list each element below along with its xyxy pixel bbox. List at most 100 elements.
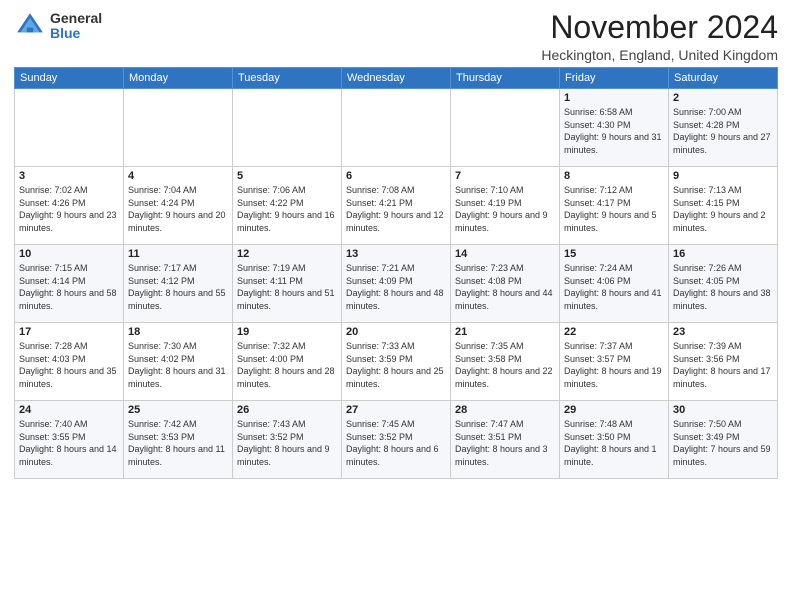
day-number: 11 bbox=[128, 248, 228, 260]
table-row: 9Sunrise: 7:13 AMSunset: 4:15 PMDaylight… bbox=[669, 167, 778, 245]
day-detail: Sunrise: 7:08 AMSunset: 4:21 PMDaylight:… bbox=[346, 184, 446, 234]
logo-text: General Blue bbox=[50, 11, 102, 42]
month-title: November 2024 bbox=[541, 10, 778, 45]
day-detail: Sunrise: 7:35 AMSunset: 3:58 PMDaylight:… bbox=[455, 340, 555, 390]
day-number: 18 bbox=[128, 326, 228, 338]
table-row: 7 Sunrise: 7:10 AMSunset: 4:19 PMDaylight… bbox=[451, 167, 560, 245]
day-detail: Sunrise: 7:43 AMSunset: 3:52 PMDaylight:… bbox=[237, 418, 337, 468]
col-thursday: Thursday bbox=[451, 68, 560, 89]
day-number: 8 bbox=[564, 170, 664, 182]
table-row: 29Sunrise: 7:48 AMSunset: 3:50 PMDayligh… bbox=[560, 401, 669, 479]
table-row: 17 Sunrise: 7:28 AMSunset: 4:03 PMDayligh… bbox=[15, 323, 124, 401]
day-detail: Sunrise: 7:39 AMSunset: 3:56 PMDaylight:… bbox=[673, 340, 773, 390]
day-detail: Sunrise: 7:40 AMSunset: 3:55 PMDaylight:… bbox=[19, 418, 119, 468]
day-number: 28 bbox=[455, 404, 555, 416]
location: Heckington, England, United Kingdom bbox=[541, 47, 778, 63]
day-number: 27 bbox=[346, 404, 446, 416]
day-number: 17 bbox=[19, 326, 119, 338]
col-monday: Monday bbox=[124, 68, 233, 89]
col-saturday: Saturday bbox=[669, 68, 778, 89]
calendar-header-row: Sunday Monday Tuesday Wednesday Thursday… bbox=[15, 68, 778, 89]
day-detail: Sunrise: 7:45 AMSunset: 3:52 PMDaylight:… bbox=[346, 418, 446, 468]
table-row: 6 Sunrise: 7:08 AMSunset: 4:21 PMDaylight… bbox=[342, 167, 451, 245]
table-row: 23Sunrise: 7:39 AMSunset: 3:56 PMDayligh… bbox=[669, 323, 778, 401]
day-number: 5 bbox=[237, 170, 337, 182]
page: General Blue November 2024 Heckington, E… bbox=[0, 0, 792, 612]
day-number: 19 bbox=[237, 326, 337, 338]
day-number: 16 bbox=[673, 248, 773, 260]
day-number: 10 bbox=[19, 248, 119, 260]
logo-general-text: General bbox=[50, 11, 102, 26]
day-number: 21 bbox=[455, 326, 555, 338]
day-detail: Sunrise: 7:02 AMSunset: 4:26 PMDaylight:… bbox=[19, 184, 119, 234]
table-row: 21 Sunrise: 7:35 AMSunset: 3:58 PMDayligh… bbox=[451, 323, 560, 401]
day-number: 6 bbox=[346, 170, 446, 182]
table-row: 22 Sunrise: 7:37 AMSunset: 3:57 PMDayligh… bbox=[560, 323, 669, 401]
day-detail: Sunrise: 7:47 AMSunset: 3:51 PMDaylight:… bbox=[455, 418, 555, 468]
table-row: 27 Sunrise: 7:45 AMSunset: 3:52 PMDayligh… bbox=[342, 401, 451, 479]
col-wednesday: Wednesday bbox=[342, 68, 451, 89]
day-number: 15 bbox=[564, 248, 664, 260]
day-detail: Sunrise: 7:19 AMSunset: 4:11 PMDaylight:… bbox=[237, 262, 337, 312]
col-sunday: Sunday bbox=[15, 68, 124, 89]
table-row bbox=[451, 89, 560, 167]
day-number: 24 bbox=[19, 404, 119, 416]
table-row: 11 Sunrise: 7:17 AMSunset: 4:12 PMDayligh… bbox=[124, 245, 233, 323]
table-row: 15 Sunrise: 7:24 AMSunset: 4:06 PMDayligh… bbox=[560, 245, 669, 323]
table-row: 25Sunrise: 7:42 AMSunset: 3:53 PMDayligh… bbox=[124, 401, 233, 479]
day-detail: Sunrise: 7:32 AMSunset: 4:00 PMDaylight:… bbox=[237, 340, 337, 390]
logo: General Blue bbox=[14, 10, 102, 42]
day-detail: Sunrise: 7:37 AMSunset: 3:57 PMDaylight:… bbox=[564, 340, 664, 390]
day-detail: Sunrise: 7:42 AMSunset: 3:53 PMDaylight:… bbox=[128, 418, 228, 468]
table-row: 16 Sunrise: 7:26 AMSunset: 4:05 PMDayligh… bbox=[669, 245, 778, 323]
day-detail: Sunrise: 7:50 AMSunset: 3:49 PMDaylight:… bbox=[673, 418, 773, 468]
header: General Blue November 2024 Heckington, E… bbox=[14, 10, 778, 63]
table-row: 14Sunrise: 7:23 AMSunset: 4:08 PMDayligh… bbox=[451, 245, 560, 323]
day-number: 7 bbox=[455, 170, 555, 182]
day-detail: Sunrise: 7:26 AMSunset: 4:05 PMDaylight:… bbox=[673, 262, 773, 312]
table-row: 10 Sunrise: 7:15 AMSunset: 4:14 PMDayligh… bbox=[15, 245, 124, 323]
day-detail: Sunrise: 7:28 AMSunset: 4:03 PMDaylight:… bbox=[19, 340, 119, 390]
day-detail: Sunrise: 7:15 AMSunset: 4:14 PMDaylight:… bbox=[19, 262, 119, 312]
table-row: 5 Sunrise: 7:06 AMSunset: 4:22 PMDaylight… bbox=[233, 167, 342, 245]
day-number: 1 bbox=[564, 92, 664, 104]
day-detail: Sunrise: 7:00 AMSunset: 4:28 PMDaylight:… bbox=[673, 106, 773, 156]
calendar-week-5: 24 Sunrise: 7:40 AMSunset: 3:55 PMDayligh… bbox=[15, 401, 778, 479]
table-row bbox=[342, 89, 451, 167]
day-detail: Sunrise: 7:24 AMSunset: 4:06 PMDaylight:… bbox=[564, 262, 664, 312]
table-row: 19 Sunrise: 7:32 AMSunset: 4:00 PMDayligh… bbox=[233, 323, 342, 401]
table-row: 26 Sunrise: 7:43 AMSunset: 3:52 PMDayligh… bbox=[233, 401, 342, 479]
day-number: 3 bbox=[19, 170, 119, 182]
table-row: 30 Sunrise: 7:50 AMSunset: 3:49 PMDayligh… bbox=[669, 401, 778, 479]
day-number: 29 bbox=[564, 404, 664, 416]
day-detail: Sunrise: 7:04 AMSunset: 4:24 PMDaylight:… bbox=[128, 184, 228, 234]
table-row bbox=[15, 89, 124, 167]
day-number: 13 bbox=[346, 248, 446, 260]
calendar-week-3: 10 Sunrise: 7:15 AMSunset: 4:14 PMDayligh… bbox=[15, 245, 778, 323]
table-row: 4Sunrise: 7:04 AMSunset: 4:24 PMDaylight… bbox=[124, 167, 233, 245]
title-block: November 2024 Heckington, England, Unite… bbox=[541, 10, 778, 63]
table-row bbox=[233, 89, 342, 167]
day-number: 22 bbox=[564, 326, 664, 338]
logo-icon bbox=[14, 10, 46, 42]
day-detail: Sunrise: 7:10 AMSunset: 4:19 PMDaylight:… bbox=[455, 184, 555, 234]
day-detail: Sunrise: 7:13 AMSunset: 4:15 PMDaylight:… bbox=[673, 184, 773, 234]
table-row: 12 Sunrise: 7:19 AMSunset: 4:11 PMDayligh… bbox=[233, 245, 342, 323]
col-friday: Friday bbox=[560, 68, 669, 89]
day-detail: Sunrise: 7:30 AMSunset: 4:02 PMDaylight:… bbox=[128, 340, 228, 390]
day-detail: Sunrise: 7:21 AMSunset: 4:09 PMDaylight:… bbox=[346, 262, 446, 312]
table-row bbox=[124, 89, 233, 167]
day-detail: Sunrise: 7:17 AMSunset: 4:12 PMDaylight:… bbox=[128, 262, 228, 312]
table-row: 28 Sunrise: 7:47 AMSunset: 3:51 PMDayligh… bbox=[451, 401, 560, 479]
day-number: 20 bbox=[346, 326, 446, 338]
calendar-week-2: 3 Sunrise: 7:02 AMSunset: 4:26 PMDaylight… bbox=[15, 167, 778, 245]
table-row: 2Sunrise: 7:00 AMSunset: 4:28 PMDaylight… bbox=[669, 89, 778, 167]
day-number: 26 bbox=[237, 404, 337, 416]
calendar-week-4: 17 Sunrise: 7:28 AMSunset: 4:03 PMDayligh… bbox=[15, 323, 778, 401]
table-row: 13 Sunrise: 7:21 AMSunset: 4:09 PMDayligh… bbox=[342, 245, 451, 323]
day-number: 12 bbox=[237, 248, 337, 260]
calendar-week-1: 1Sunrise: 6:58 AMSunset: 4:30 PMDaylight… bbox=[15, 89, 778, 167]
table-row: 3 Sunrise: 7:02 AMSunset: 4:26 PMDaylight… bbox=[15, 167, 124, 245]
day-number: 30 bbox=[673, 404, 773, 416]
day-detail: Sunrise: 7:06 AMSunset: 4:22 PMDaylight:… bbox=[237, 184, 337, 234]
